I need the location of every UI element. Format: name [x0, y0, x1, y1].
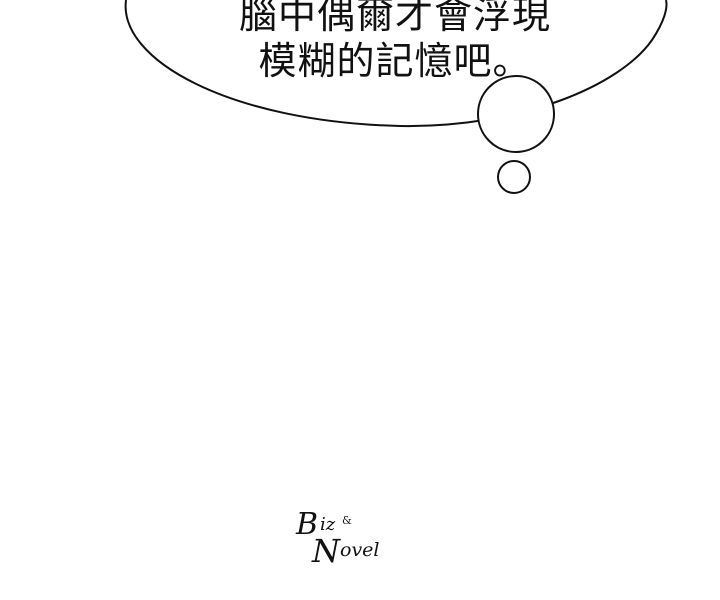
logo-letter-n: N	[311, 532, 341, 570]
thought-bubble-circle-small	[497, 160, 531, 194]
thought-line-2: 模糊的記憶吧。	[258, 39, 532, 83]
thought-bubble-text: 腦中偶爾才會浮現 模糊的記憶吧。	[200, 0, 590, 84]
biz-novel-logo: B iz & N ovel	[290, 500, 420, 580]
logo-ampersand: &	[342, 514, 352, 527]
comic-panel: 腦中偶爾才會浮現 模糊的記憶吧。 B iz & N ovel	[0, 0, 720, 600]
thought-line-1: 腦中偶爾才會浮現	[238, 0, 551, 37]
logo-ovel: ovel	[340, 539, 380, 561]
thought-bubble-circle-large	[477, 75, 555, 153]
